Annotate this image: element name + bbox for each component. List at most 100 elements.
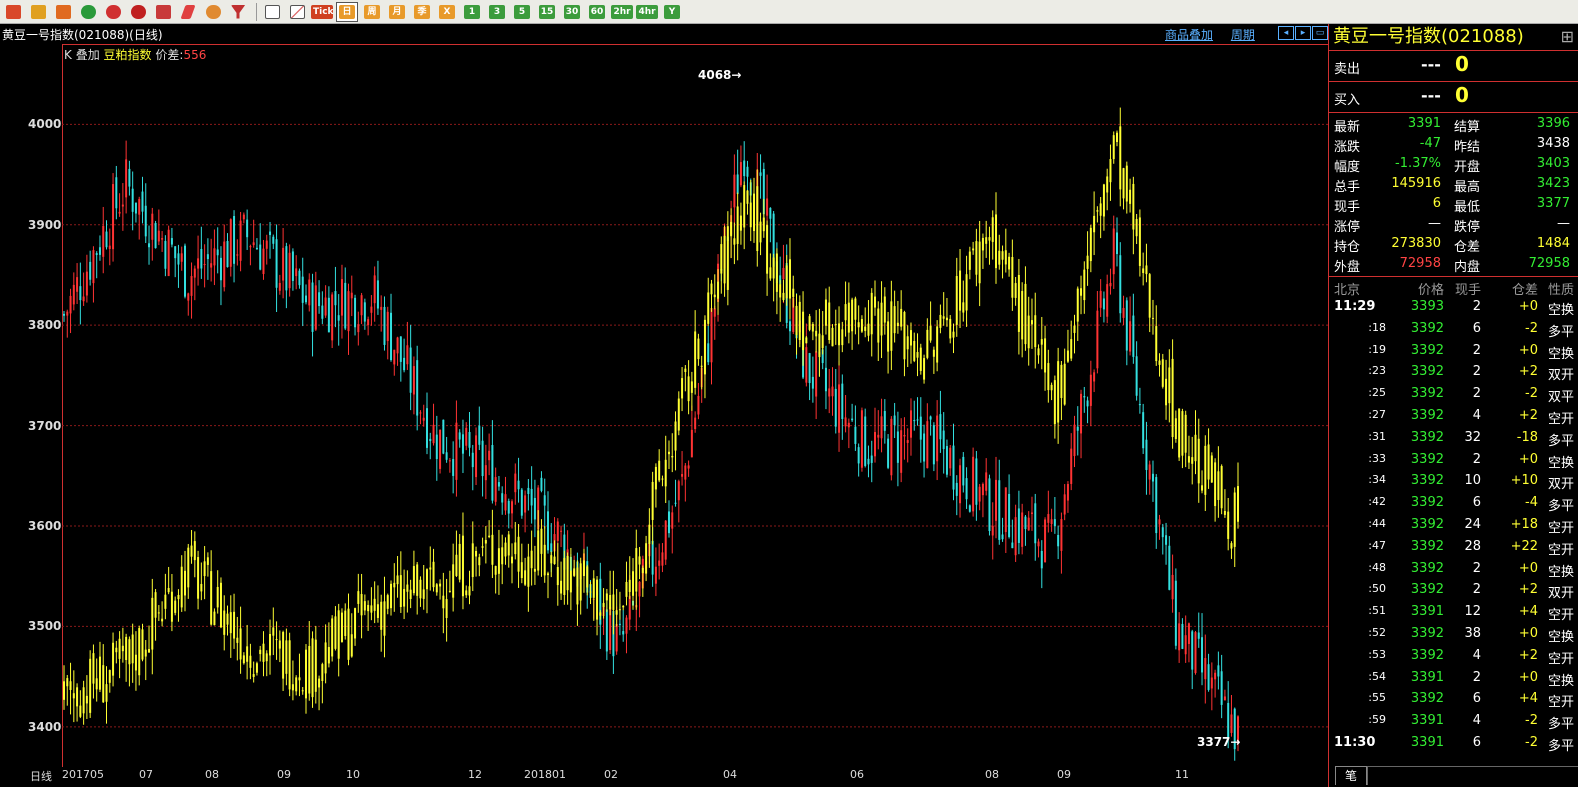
tab-trades[interactable]: 笔 (1335, 766, 1367, 785)
candle-body (350, 634, 353, 657)
stat-value: 3377 (1536, 196, 1570, 211)
overlay-candle (677, 391, 680, 436)
tick-row[interactable]: :33 3392 2 +0 空换 (1329, 450, 1578, 472)
period-week-button[interactable]: 周 (361, 2, 383, 22)
candle-body (903, 434, 906, 437)
candle-body (174, 246, 177, 259)
price-chart-svg[interactable] (62, 44, 1328, 767)
period-5min-button[interactable]: 5 (511, 2, 533, 22)
period-60min-button[interactable]: 60 (586, 2, 608, 22)
tick-row[interactable]: :18 3392 6 -2 多平 (1329, 319, 1578, 341)
period-4hr-button[interactable]: 4hr (636, 2, 658, 22)
candle (893, 402, 896, 439)
overlay-candle (337, 603, 340, 677)
scroll-left-icon[interactable]: ◂ (1278, 26, 1294, 40)
overlay-candle (125, 633, 128, 682)
candle-body (1004, 487, 1007, 533)
close-icon[interactable]: ⊞ (1561, 24, 1574, 50)
home-icon[interactable] (2, 2, 24, 22)
period-2hr-button[interactable]: 2hr (611, 2, 633, 22)
overlay-candle (540, 519, 543, 577)
tick-list[interactable]: 11:29 3393 2 +0 空换:18 3392 6 -2 多平:19 3392 2 +0 空换:2… (1329, 297, 1578, 755)
candle (1207, 653, 1210, 692)
tick-row[interactable]: :55 3392 6 +4 空开 (1329, 689, 1578, 711)
stat-label: 涨跌 (1334, 140, 1361, 155)
candle-body (255, 247, 258, 250)
candle-body (625, 617, 628, 634)
tick-row[interactable]: 11:29 3393 2 +0 空换 (1329, 297, 1578, 319)
candle-body (654, 466, 657, 490)
tick-row[interactable]: :23 3392 2 +2 双开 (1329, 362, 1578, 384)
tick-row[interactable]: :42 3392 6 -4 多平 (1329, 493, 1578, 515)
window-icon[interactable] (152, 2, 174, 22)
candle-body (838, 384, 841, 433)
tick-row[interactable]: :19 3392 2 +0 空换 (1329, 341, 1578, 363)
candle-body (788, 321, 791, 332)
period-link[interactable]: 周期 (1231, 28, 1255, 42)
candle-body (710, 308, 713, 363)
candle-body (985, 237, 988, 244)
book-icon[interactable] (27, 2, 49, 22)
tick-row[interactable]: :44 3392 24 +18 空开 (1329, 515, 1578, 537)
candle-body (1214, 672, 1217, 680)
period-x-button[interactable]: X (436, 2, 458, 22)
candle (347, 283, 350, 355)
quote-panel: 黄豆一号指数(021088) ⊞ 卖出 --- 0 买入 --- 0 最新 339… (1328, 24, 1578, 787)
period-1min-button[interactable]: 1 (461, 2, 483, 22)
tick-row[interactable]: :31 3392 32 -18 多平 (1329, 428, 1578, 450)
tick-row[interactable]: :25 3392 2 -2 双平 (1329, 384, 1578, 406)
pen-icon[interactable] (177, 2, 199, 22)
overlay-candle (576, 560, 579, 626)
tick-row[interactable]: :50 3392 2 +2 双开 (1329, 580, 1578, 602)
tick-row[interactable]: :34 3392 10 +10 双开 (1329, 471, 1578, 493)
tick-row[interactable]: :51 3391 12 +4 空开 (1329, 602, 1578, 624)
tick-row[interactable]: :53 3392 4 +2 空开 (1329, 646, 1578, 668)
candle-body (112, 184, 115, 250)
period-year-button[interactable]: Y (661, 2, 683, 22)
tick-row[interactable]: :54 3391 2 +0 空换 (1329, 668, 1578, 690)
period-3min-button[interactable]: 3 (486, 2, 508, 22)
tick-row[interactable]: :52 3392 38 +0 空换 (1329, 624, 1578, 646)
zoom-in-icon[interactable] (102, 2, 124, 22)
expand-icon[interactable]: ▭ (1312, 26, 1328, 40)
period-month-button[interactable]: 月 (386, 2, 408, 22)
refresh-icon[interactable] (77, 2, 99, 22)
filter-icon[interactable] (227, 2, 249, 22)
overlay-symbol[interactable]: 豆粕指数 (104, 48, 152, 62)
tick-row[interactable]: 11:30 3391 6 -2 多平 (1329, 733, 1578, 755)
candle-body (121, 645, 124, 652)
tick-oi: +22 (1510, 538, 1538, 554)
candle-body (775, 253, 778, 292)
news-icon[interactable] (52, 2, 74, 22)
candle-body (128, 639, 131, 665)
zoom-out-icon[interactable] (127, 2, 149, 22)
period-tick-button[interactable]: Tick (311, 2, 334, 22)
tick-row[interactable]: :59 3391 4 -2 多平 (1329, 711, 1578, 733)
chart-icon[interactable] (286, 2, 308, 22)
commodity-overlay-link[interactable]: 商品叠加 (1165, 28, 1213, 42)
candle (1106, 274, 1109, 324)
candle-body (867, 323, 870, 336)
overlay-candle (1083, 261, 1086, 314)
overlay-candle (720, 236, 723, 294)
period-day-button[interactable]: 日 (336, 1, 358, 22)
period-15min-button[interactable]: 15 (536, 2, 558, 22)
tick-row[interactable]: :27 3392 4 +2 空开 (1329, 406, 1578, 428)
period-quarter-button[interactable]: 季 (411, 2, 433, 22)
tick-row[interactable]: :48 3392 2 +0 空换 (1329, 559, 1578, 581)
candle-body (226, 613, 229, 625)
palette-icon[interactable] (202, 2, 224, 22)
candle-body (1227, 702, 1230, 739)
scroll-right-icon[interactable]: ▸ (1295, 26, 1311, 40)
period-label: 日线 (30, 770, 52, 783)
tick-row[interactable]: :47 3392 28 +22 空开 (1329, 537, 1578, 559)
stat-label: 持仓 (1334, 240, 1361, 255)
candle-body (118, 638, 121, 659)
tick-oi: +2 (1518, 407, 1538, 423)
grid-icon[interactable] (261, 2, 283, 22)
candle-body (422, 589, 425, 599)
candle-body (216, 249, 219, 256)
candle (687, 460, 690, 477)
period-30min-button[interactable]: 30 (561, 2, 583, 22)
tick-volume: 32 (1464, 429, 1481, 445)
